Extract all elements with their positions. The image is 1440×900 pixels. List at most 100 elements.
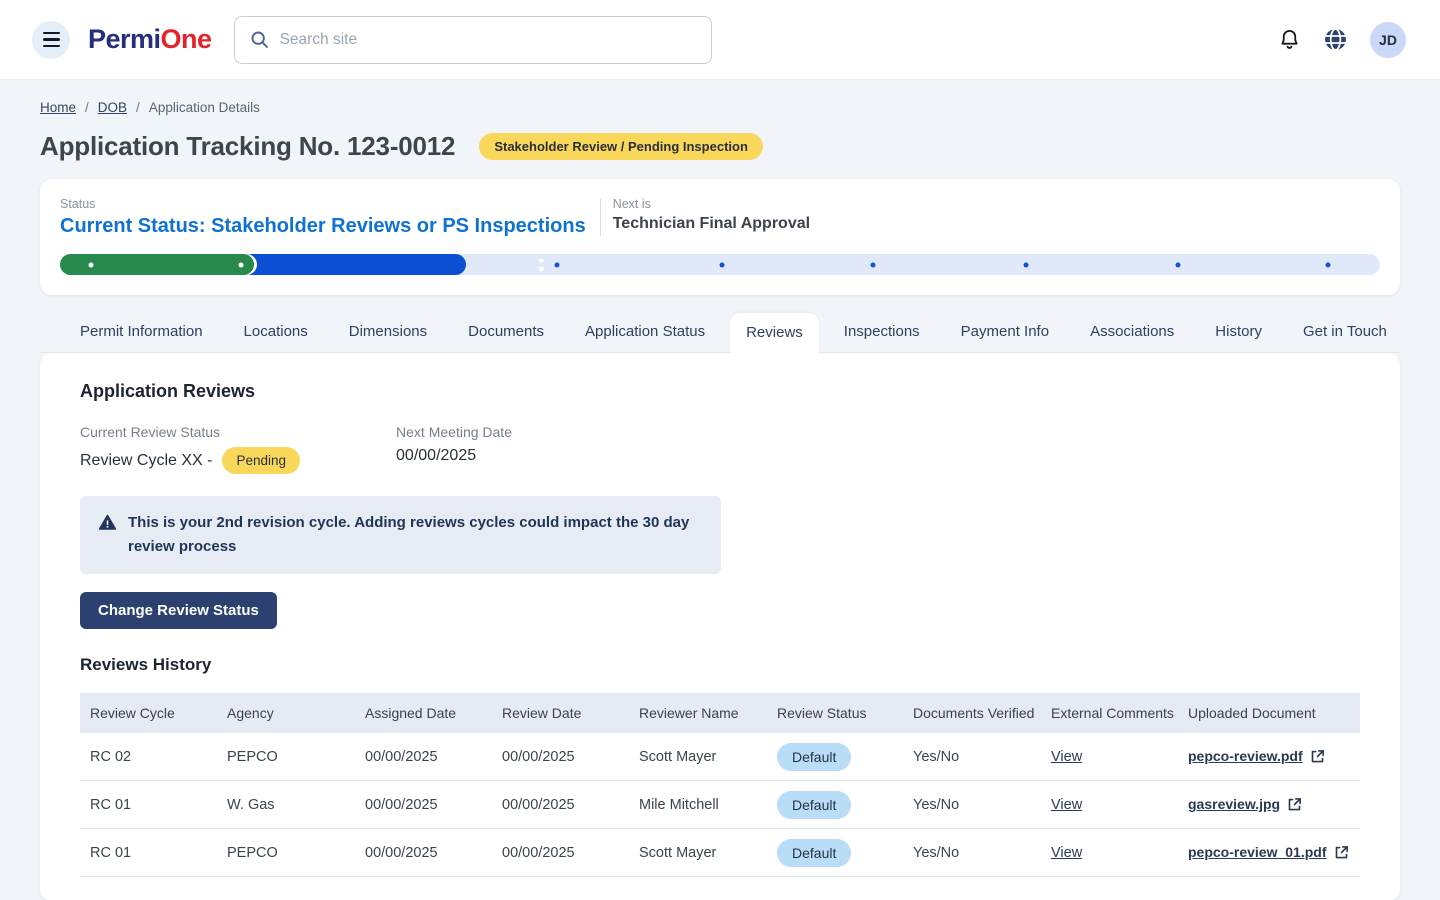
section-title: Application Reviews <box>80 381 1360 402</box>
cell-documents-verified: Yes/No <box>903 845 1041 861</box>
progress-dot <box>1326 262 1331 267</box>
cell-agency: PEPCO <box>217 845 355 861</box>
cell-review-date: 00/00/2025 <box>492 797 629 813</box>
tab-locations[interactable]: Locations <box>228 313 324 352</box>
col-review-date: Review Date <box>492 705 629 721</box>
progress-segment-complete <box>60 254 254 275</box>
breadcrumb-separator: / <box>136 100 140 115</box>
breadcrumb-separator: / <box>85 100 89 115</box>
cell-agency: W. Gas <box>217 797 355 813</box>
tab-payment-info[interactable]: Payment Info <box>945 313 1065 352</box>
cell-assigned-date: 00/00/2025 <box>355 797 492 813</box>
next-meeting-label: Next Meeting Date <box>396 424 512 440</box>
status-card: Status Current Status: Stakeholder Revie… <box>40 179 1400 295</box>
breadcrumb-current: Application Details <box>149 100 260 115</box>
external-link-icon <box>1287 797 1302 812</box>
status-card-header: Status Current Status: Stakeholder Revie… <box>60 197 1380 238</box>
pending-badge: Pending <box>222 447 300 474</box>
globe-icon <box>1323 27 1348 52</box>
next-status-block: Next is Technician Final Approval <box>601 197 810 233</box>
progress-dot <box>89 262 94 267</box>
external-link-icon <box>1334 845 1349 860</box>
col-reviewer-name: Reviewer Name <box>629 705 767 721</box>
search-icon <box>249 29 270 50</box>
view-comments-link[interactable]: View <box>1051 797 1082 813</box>
page-title: Application Tracking No. 123-0012 <box>40 131 455 162</box>
col-review-cycle: Review Cycle <box>80 705 217 721</box>
col-assigned-date: Assigned Date <box>355 705 492 721</box>
next-meeting: Next Meeting Date 00/00/2025 <box>396 424 512 474</box>
uploaded-document-link[interactable]: pepco-review.pdf <box>1188 748 1325 764</box>
user-avatar[interactable]: JD <box>1370 22 1406 58</box>
reviews-history-table: Review Cycle Agency Assigned Date Review… <box>80 693 1360 877</box>
next-is-label: Next is <box>613 197 810 211</box>
app-logo[interactable]: PermiOne <box>88 24 212 55</box>
logo-part-navy: Permi <box>88 24 161 54</box>
status-progress-bar <box>60 254 1380 275</box>
current-review-status: Current Review Status Review Cycle XX - … <box>80 424 300 474</box>
cell-review-cycle: RC 01 <box>80 797 217 813</box>
breadcrumb-home-link[interactable]: Home <box>40 100 76 115</box>
tab-application-status[interactable]: Application Status <box>569 313 721 352</box>
cell-reviewer-name: Scott Mayer <box>629 845 767 861</box>
view-comments-link[interactable]: View <box>1051 749 1082 765</box>
progress-dot <box>239 262 244 267</box>
cell-review-date: 00/00/2025 <box>492 749 629 765</box>
tab-documents[interactable]: Documents <box>452 313 560 352</box>
site-search[interactable] <box>234 16 712 64</box>
cell-documents-verified: Yes/No <box>903 749 1041 765</box>
current-review-status-label: Current Review Status <box>80 424 300 440</box>
change-review-status-button[interactable]: Change Review Status <box>80 592 277 629</box>
notifications-button[interactable] <box>1278 28 1301 51</box>
uploaded-document-link[interactable]: gasreview.jpg <box>1188 796 1302 812</box>
hamburger-menu-button[interactable] <box>32 21 70 59</box>
next-status-text: Technician Final Approval <box>613 215 810 233</box>
col-agency: Agency <box>217 705 355 721</box>
language-button[interactable] <box>1323 27 1348 52</box>
current-review-status-value: Review Cycle XX - <box>80 452 212 470</box>
document-filename: pepco-review_01.pdf <box>1188 844 1327 860</box>
hamburger-icon <box>43 38 60 40</box>
cell-assigned-date: 00/00/2025 <box>355 845 492 861</box>
col-documents-verified: Documents Verified <box>903 705 1041 721</box>
tab-get-in-touch[interactable]: Get in Touch <box>1287 313 1403 352</box>
breadcrumb: Home / DOB / Application Details <box>40 100 1400 115</box>
view-comments-link[interactable]: View <box>1051 845 1082 861</box>
progress-dot <box>555 262 560 267</box>
progress-current-marker <box>539 258 544 271</box>
tab-permit-information[interactable]: Permit Information <box>64 313 219 352</box>
tab-reviews[interactable]: Reviews <box>730 313 819 353</box>
current-status-block: Status Current Status: Stakeholder Revie… <box>60 197 600 238</box>
current-status-text: Current Status: Stakeholder Reviews or P… <box>60 215 586 238</box>
cell-documents-verified: Yes/No <box>903 797 1041 813</box>
header-actions: JD <box>1278 22 1406 58</box>
reviews-history-title: Reviews History <box>80 655 1360 675</box>
cell-review-date: 00/00/2025 <box>492 845 629 861</box>
warning-text: This is your 2nd revision cycle. Adding … <box>128 511 703 559</box>
title-row: Application Tracking No. 123-0012 Stakeh… <box>40 131 1400 162</box>
tab-dimensions[interactable]: Dimensions <box>333 313 443 352</box>
hamburger-icon <box>43 32 60 34</box>
review-status-pill: Default <box>777 743 851 771</box>
table-row: RC 02 PEPCO 00/00/2025 00/00/2025 Scott … <box>80 733 1360 781</box>
tab-inspections[interactable]: Inspections <box>828 313 936 352</box>
status-label: Status <box>60 197 586 211</box>
col-uploaded-document: Uploaded Document <box>1178 705 1360 721</box>
review-status-pill: Default <box>777 839 851 867</box>
warning-icon <box>98 513 117 532</box>
tab-history[interactable]: History <box>1199 313 1278 352</box>
col-review-status: Review Status <box>767 705 903 721</box>
tab-associations[interactable]: Associations <box>1074 313 1190 352</box>
detail-tabs: Permit Information Locations Dimensions … <box>40 313 1400 353</box>
hamburger-icon <box>43 45 60 47</box>
search-input[interactable] <box>280 31 697 49</box>
logo-part-red: One <box>161 24 212 54</box>
table-header-row: Review Cycle Agency Assigned Date Review… <box>80 693 1360 733</box>
cell-assigned-date: 00/00/2025 <box>355 749 492 765</box>
application-status-badge: Stakeholder Review / Pending Inspection <box>479 133 763 160</box>
cell-reviewer-name: Scott Mayer <box>629 749 767 765</box>
app-header: PermiOne JD <box>0 0 1440 80</box>
breadcrumb-dob-link[interactable]: DOB <box>98 100 127 115</box>
uploaded-document-link[interactable]: pepco-review_01.pdf <box>1188 844 1349 860</box>
document-filename: pepco-review.pdf <box>1188 748 1303 764</box>
